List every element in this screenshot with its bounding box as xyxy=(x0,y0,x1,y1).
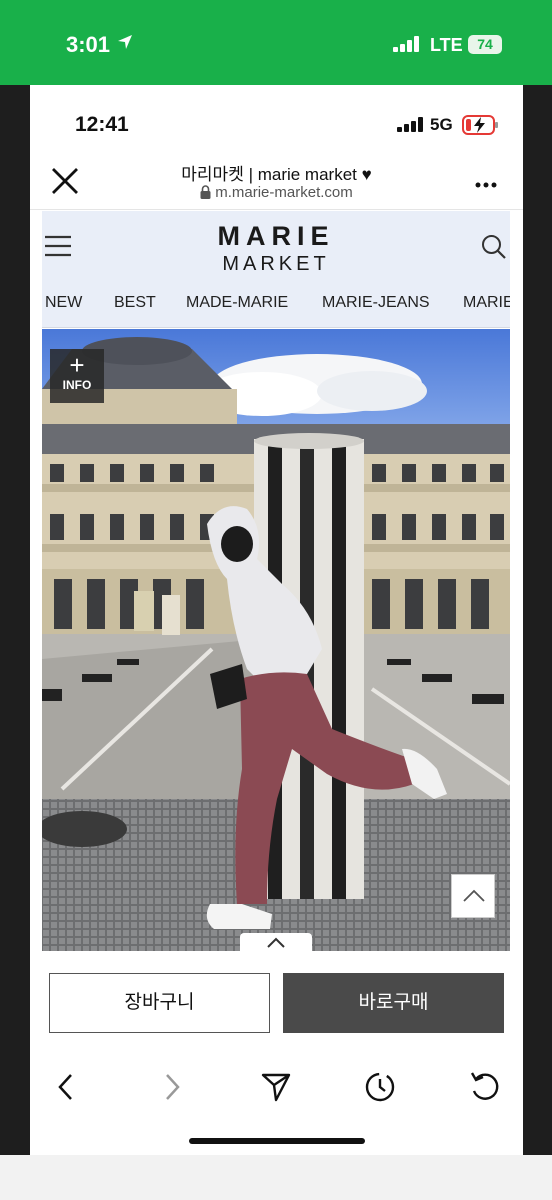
page-title: 마리마켓 | marie market ♥ xyxy=(181,165,372,184)
signal-bars-icon xyxy=(397,117,425,137)
product-photo[interactable]: + INFO xyxy=(42,329,510,951)
reload-icon[interactable] xyxy=(468,1065,502,1114)
battery-charging-icon xyxy=(462,115,500,140)
website-content: MARIE MARKET NEW BEST MADE-MARIE MARIE-J… xyxy=(42,211,510,951)
home-indicator[interactable] xyxy=(189,1138,365,1144)
site-header: MARIE MARKET NEW BEST MADE-MARIE MARIE-J… xyxy=(42,211,510,328)
share-send-icon[interactable] xyxy=(260,1065,292,1114)
signal-bars-icon xyxy=(393,36,423,57)
outer-network-label: LTE xyxy=(430,35,463,55)
expand-panel-tab[interactable] xyxy=(240,933,312,951)
purchase-bar: 장바구니 바로구매 xyxy=(30,953,523,1039)
history-clock-icon[interactable] xyxy=(363,1065,397,1114)
nav-item-best[interactable]: BEST xyxy=(114,294,156,312)
nav-item-made-marie[interactable]: MADE-MARIE xyxy=(186,294,288,312)
info-label: INFO xyxy=(62,378,92,392)
buy-now-button[interactable]: 바로구매 xyxy=(283,973,504,1033)
info-button[interactable]: + INFO xyxy=(50,349,104,403)
site-logo-bottom[interactable]: MARKET xyxy=(42,253,510,276)
inner-status-time: 12:41 xyxy=(75,113,129,136)
nav-item-new[interactable]: NEW xyxy=(45,294,82,312)
inner-network-label: 5G xyxy=(430,115,453,134)
forward-chevron-icon[interactable] xyxy=(161,1065,183,1114)
browser-header: 마리마켓 | marie market ♥ m.marie-market.com xyxy=(30,150,523,210)
scroll-to-top-button[interactable] xyxy=(451,874,495,918)
right-frame xyxy=(523,85,552,1155)
lock-icon xyxy=(200,185,211,203)
phone-screen: 12:41 5G 마리마켓 | marie market ♥ m.marie-m… xyxy=(30,85,523,1155)
left-frame xyxy=(0,85,30,1155)
outer-status-time: 3:01 xyxy=(66,32,111,57)
url-text: m.marie-market.com xyxy=(215,184,353,201)
url-bar[interactable]: m.marie-market.com xyxy=(30,184,523,203)
browser-toolbar xyxy=(30,1065,523,1109)
nav-item-marie-jeans[interactable]: MARIE-JEANS xyxy=(322,294,430,312)
chevron-up-icon xyxy=(463,889,485,902)
search-icon[interactable] xyxy=(481,234,507,265)
bottom-strip xyxy=(0,1155,552,1200)
chevron-up-icon xyxy=(267,937,285,948)
add-to-cart-button[interactable]: 장바구니 xyxy=(49,973,270,1033)
product-photo-illustration xyxy=(42,329,510,951)
more-options-icon[interactable] xyxy=(474,176,498,194)
outer-battery-badge: 74 xyxy=(468,35,502,54)
plus-icon: + xyxy=(69,350,85,380)
back-chevron-icon[interactable] xyxy=(55,1065,77,1114)
site-logo-top[interactable]: MARIE xyxy=(42,221,510,252)
location-arrow-icon xyxy=(117,34,133,55)
nav-item-marie-k[interactable]: MARIE-K xyxy=(463,294,510,312)
outer-status-bar: 3:01 LTE 74 xyxy=(0,0,552,85)
